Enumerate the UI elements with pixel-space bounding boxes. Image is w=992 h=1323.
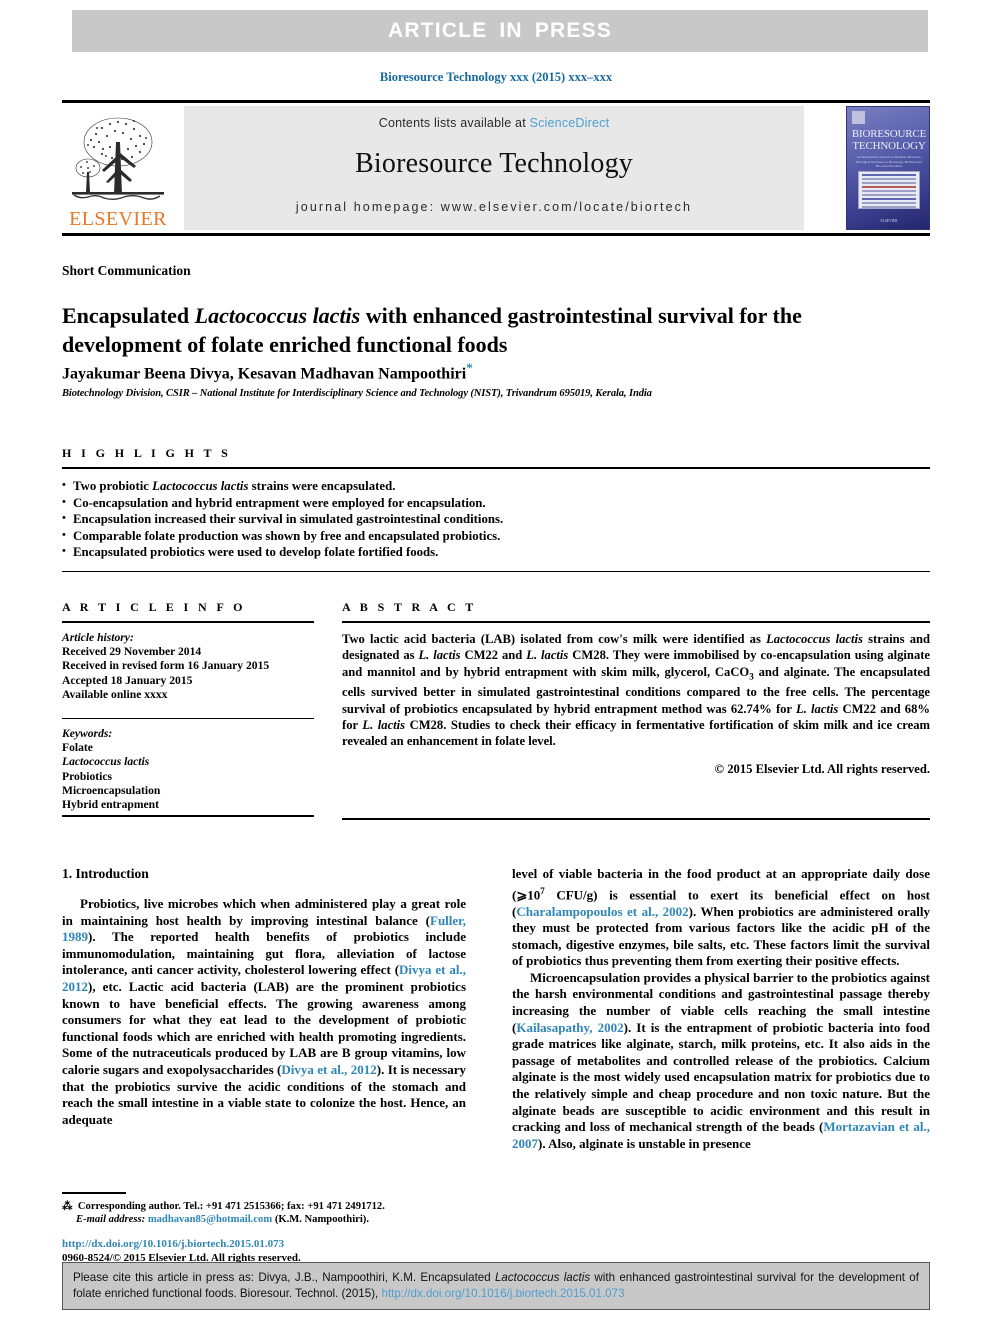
highlights-bottom-rule — [62, 570, 930, 572]
keywords-block: Keywords: Folate Lactococcus lactis Prob… — [62, 727, 314, 812]
title-species: Lactococcus lactis — [194, 302, 361, 328]
highlight-text: Co-encapsulation and hybrid entrapment w… — [73, 495, 486, 510]
cover-footer-wordmark: ELSEVIER — [880, 219, 898, 223]
elsevier-tree-icon — [72, 117, 164, 200]
history-revised: Received in revised form 16 January 2015 — [62, 659, 270, 673]
keywords-label: Keywords: — [62, 727, 113, 741]
citation-species: Lactococcus lactis — [494, 1271, 591, 1284]
author-names: Jayakumar Beena Divya, Kesavan Madhavan … — [62, 365, 467, 383]
keywords-top-rule — [62, 718, 314, 720]
section-heading-introduction: 1. Introduction — [62, 866, 149, 881]
footnote-corresponding-line: ⁂ Corresponding author. Tel.: +91 471 25… — [62, 1200, 385, 1212]
keyword-item: Folate — [62, 741, 93, 755]
highlights-list: Two probiotic Lactococcus lactis strains… — [62, 477, 930, 561]
elsevier-logo: ELSEVIER — [62, 106, 174, 230]
footnote-email-line: E-mail address: madhavan85@hotmail.com (… — [62, 1213, 466, 1227]
contents-lists-prefix: Contents lists available at — [378, 116, 530, 130]
cover-journal-subtitle: An International Journal on Biomass, Bio… — [856, 155, 922, 169]
highlights-heading: H I G H L I G H T S — [62, 446, 232, 460]
highlight-text: Comparable folate production was shown b… — [73, 528, 501, 543]
keyword-item: Probiotics — [62, 769, 113, 783]
footnote-email-owner: (K.M. Nampoothiri). — [274, 1214, 369, 1225]
article-history-block: Article history: Received 29 November 20… — [62, 631, 314, 702]
journal-title: Bioresource Technology — [355, 148, 633, 179]
doi-link[interactable]: http://dx.doi.org/10.1016/j.biortech.201… — [62, 1238, 466, 1252]
paragraph-intro-right-1: level of viable bacteria in the food pro… — [512, 866, 930, 969]
highlights-top-rule — [62, 467, 930, 469]
citation-link[interactable]: Divya et al., 2012 — [62, 962, 466, 994]
masthead-top-rule — [62, 100, 930, 103]
masthead-bottom-rule — [62, 233, 930, 236]
article-info-top-rule — [62, 621, 314, 623]
keyword-item: Lactococcus lactis — [62, 755, 150, 769]
body-column-right: level of viable bacteria in the food pro… — [512, 866, 930, 1152]
abstract-text: Two lactic acid bacteria (LAB) isolated … — [342, 632, 931, 749]
journal-masthead: ELSEVIER Contents lists available at Sci… — [62, 100, 930, 236]
highlights-section: H I G H L I G H T S Two probiotic Lactoc… — [62, 446, 930, 572]
elsevier-wordmark: ELSEVIER — [69, 208, 167, 230]
citation-link[interactable]: Charalampopoulos et al., 2002 — [516, 904, 688, 919]
paragraph-intro-right-2: Microencapsulation provides a physical b… — [512, 969, 930, 1151]
article-history-label: Article history: — [62, 631, 134, 644]
history-online: Available online xxxx — [62, 687, 168, 701]
paper-page: ARTICLE IN PRESS Bioresource Technology … — [0, 0, 992, 1323]
footnote-corresponding-text: Corresponding author. Tel.: +91 471 2515… — [77, 1200, 385, 1212]
footnote-email-label: E-mail address: — [76, 1214, 146, 1225]
article-in-press-banner: ARTICLE IN PRESS — [72, 10, 928, 52]
list-item: Comparable folate production was shown b… — [62, 527, 930, 545]
journal-homepage-line[interactable]: journal homepage: www.elsevier.com/locat… — [296, 200, 692, 214]
cover-elsevier-icon — [852, 111, 865, 124]
page-title: Encapsulated Lactococcus lactis with enh… — [62, 301, 892, 359]
citation-link[interactable]: Mortazavian et al., 2007 — [512, 1119, 930, 1151]
footnote-rule — [62, 1192, 126, 1194]
article-info-heading: A R T I C L E I N F O — [62, 600, 246, 614]
abstract-heading: A B S T R A C T — [342, 600, 477, 614]
highlight-text: Two probiotic Lactococcus lactis strains… — [73, 479, 396, 493]
contents-lists-line: Contents lists available at ScienceDirec… — [379, 116, 610, 130]
masthead-center-band: Contents lists available at ScienceDirec… — [184, 106, 804, 230]
citation-link[interactable]: Fuller, 1989 — [62, 913, 466, 945]
email-link[interactable]: madhavan85@hotmail.com — [148, 1214, 272, 1225]
body-column-left: 1. Introduction Probiotics, live microbe… — [62, 866, 466, 1128]
corresponding-author-footnote: ⁂ Corresponding author. Tel.: +91 471 25… — [62, 1192, 466, 1227]
list-item: Two probiotic Lactococcus lactis strains… — [62, 477, 930, 495]
sciencedirect-link[interactable]: ScienceDirect — [530, 116, 610, 130]
abstract-copyright: © 2015 Elsevier Ltd. All rights reserved… — [714, 761, 930, 776]
citation-link[interactable]: Kailasapathy, 2002 — [516, 1020, 623, 1035]
list-item: Co-encapsulation and hybrid entrapment w… — [62, 494, 930, 512]
citation-doi-link[interactable]: http://dx.doi.org/10.1016/j.biortech.201… — [382, 1287, 625, 1300]
article-in-press-label: ARTICLE IN PRESS — [387, 19, 613, 42]
list-item: Encapsulated probiotics were used to dev… — [62, 543, 930, 561]
keyword-item: Microencapsulation — [62, 783, 161, 797]
journal-cover-thumbnail[interactable]: BIORESOURCE TECHNOLOGY An International … — [846, 106, 930, 230]
author-list: Jayakumar Beena Divya, Kesavan Madhavan … — [62, 360, 892, 383]
keyword-item: Hybrid entrapment — [62, 798, 159, 812]
abstract-section: A B S T R A C T Two lactic acid bacteria… — [342, 600, 930, 777]
doi-issn-block: http://dx.doi.org/10.1016/j.biortech.201… — [62, 1238, 466, 1265]
citation-text: Please cite this article in press as: Di… — [73, 1270, 919, 1302]
abstract-top-rule — [342, 621, 930, 623]
affiliation: Biotechnology Division, CSIR – National … — [62, 388, 652, 399]
cover-journal-title: BIORESOURCE TECHNOLOGY — [851, 128, 927, 152]
paragraph-intro-left: Probiotics, live microbes which when adm… — [62, 896, 466, 1127]
citation-box: Please cite this article in press as: Di… — [62, 1262, 930, 1310]
highlight-text: Encapsulated probiotics were used to dev… — [73, 545, 439, 559]
history-received: Received 29 November 2014 — [62, 645, 202, 659]
journal-reference-line: Bioresource Technology xxx (2015) xxx–xx… — [379, 70, 613, 84]
cover-article-preview — [858, 171, 920, 209]
citation-prefix: Please cite this article in press as: Di… — [73, 1271, 495, 1284]
article-type-label: Short Communication — [62, 263, 191, 278]
corresponding-author-marker: * — [466, 360, 473, 375]
history-accepted: Accepted 18 January 2015 — [62, 673, 193, 687]
article-info-section: A R T I C L E I N F O Article history: R… — [62, 600, 314, 812]
title-part-1: Encapsulated — [62, 302, 195, 328]
list-item: Encapsulation increased their survival i… — [62, 510, 930, 528]
abstract-bottom-rule — [342, 818, 930, 820]
article-info-bottom-rule — [62, 815, 314, 817]
citation-link[interactable]: Divya et al., 2012 — [281, 1062, 376, 1077]
highlight-text: Encapsulation increased their survival i… — [73, 512, 504, 526]
